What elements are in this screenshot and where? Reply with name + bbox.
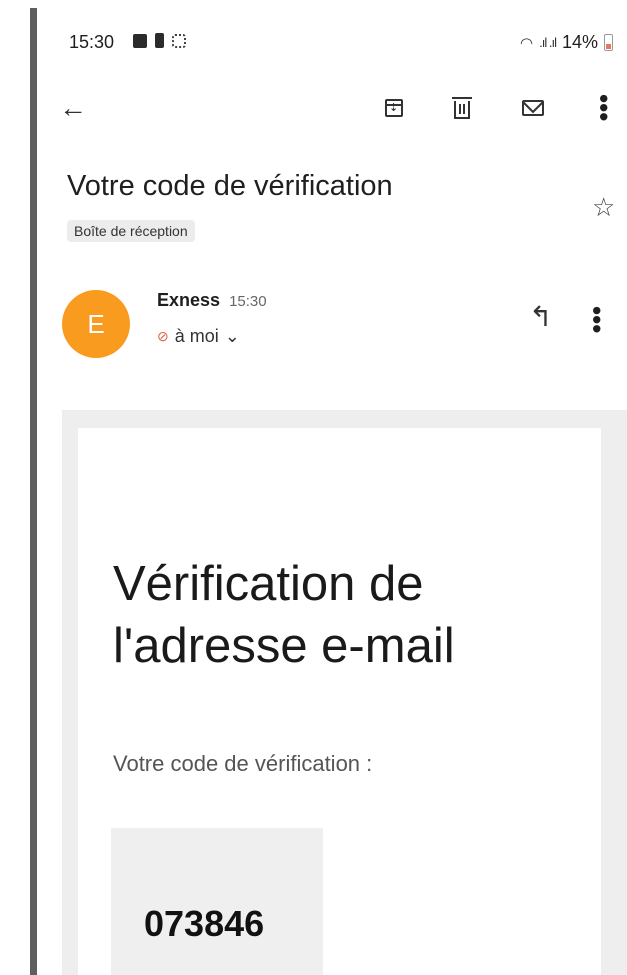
inbox-label-chip[interactable]: Boîte de réception [67,220,195,242]
signal-icon: .ıl .ıl [539,35,557,50]
battery-saver-icon [155,33,164,48]
sent-time: 15:30 [229,293,267,310]
heading-line-2: l'adresse e-mail [113,619,455,673]
avatar[interactable]: E [62,290,130,358]
mail-icon [522,100,544,116]
status-right: ◠ .ıl .ıl 14% [520,32,613,53]
status-icons [133,33,186,48]
more-options-button[interactable]: ••• [584,88,624,128]
trash-icon [452,97,472,119]
email-subject: Votre code de vérification [67,170,393,202]
archive-button[interactable] [374,88,414,128]
status-bar: 15:30 ◠ .ıl .ıl 14% [37,30,627,60]
sender-line[interactable]: Exness 15:30 [157,290,267,311]
gmail-screen: 15:30 ◠ .ıl .ıl 14% ← ••• Votre code d [37,0,627,975]
back-button[interactable]: ← [53,88,93,128]
chevron-down-icon: ⌄ [224,326,240,346]
arrow-left-icon: ← [59,92,87,123]
sender-name: Exness [157,290,221,310]
screen-edge [30,8,37,975]
more-vert-icon: ••• [589,94,619,122]
avatar-initial: E [87,308,105,339]
outer-margin [0,0,30,975]
email-heading: Vérification de l'adresse e-mail [113,553,455,677]
heading-line-1: Vérification de [113,557,424,611]
email-body-card: Vérification de l'adresse e-mail Votre c… [78,428,601,975]
intro-text: Votre code de vérification : [113,751,373,776]
wifi-icon: ◠ [520,34,534,52]
code-box: 073846 [111,828,323,975]
message-more-button[interactable]: ••• [582,306,612,338]
recipient-toggle[interactable]: ⊘ à moi ⌄ [157,326,240,347]
battery-icon [604,34,613,51]
reply-button[interactable]: ↰ [529,300,552,333]
delete-button[interactable] [442,88,482,128]
unverified-sender-icon: ⊘ [157,328,169,344]
archive-icon [385,99,403,117]
status-time: 15:30 [69,32,115,52]
more-vert-icon: ••• [582,306,612,334]
mark-unread-button[interactable] [513,88,553,128]
toolbar: ← ••• [37,88,627,132]
screenshot-icon [172,33,186,48]
verification-code[interactable]: 073846 [144,903,264,945]
recipient-label: à moi [174,326,219,346]
battery-percent: 14% [561,32,598,52]
reply-icon: ↰ [529,301,553,332]
image-notification-icon [133,33,147,48]
email-body-frame: Vérification de l'adresse e-mail Votre c… [62,410,627,975]
star-icon[interactable]: ☆ [592,192,615,223]
